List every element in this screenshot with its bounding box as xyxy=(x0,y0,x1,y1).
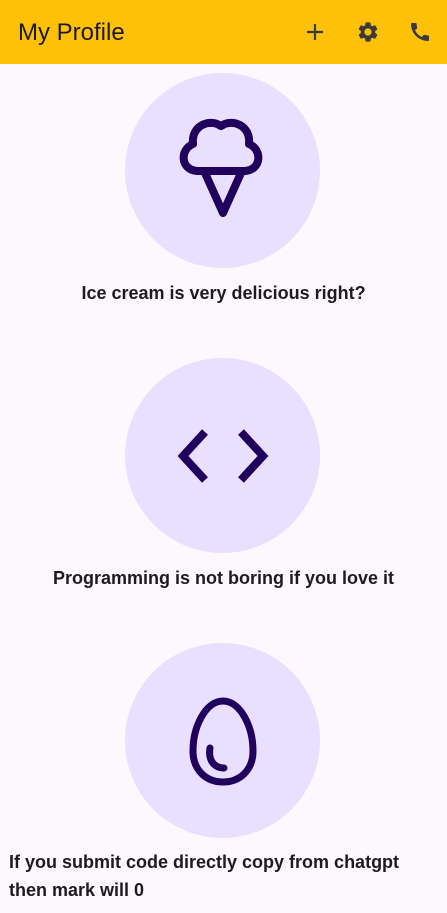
item-caption: If you submit code directly copy from ch… xyxy=(9,852,400,900)
ice-cream-icon xyxy=(179,118,262,217)
plus-icon xyxy=(307,24,323,40)
phone-icon xyxy=(411,23,429,41)
app-bar: My Profile xyxy=(0,0,447,64)
code-avatar xyxy=(125,358,320,553)
code-icon xyxy=(177,428,268,483)
add-button[interactable] xyxy=(295,12,335,52)
egg-icon xyxy=(188,696,257,786)
egg-avatar xyxy=(125,643,320,838)
ice-cream-avatar xyxy=(125,73,320,268)
settings-button[interactable] xyxy=(348,12,388,52)
gear-icon xyxy=(358,22,378,42)
item-caption: Ice cream is very delicious right? xyxy=(81,283,366,303)
item-caption: Programming is not boring if you love it xyxy=(52,568,394,588)
page-title: My Profile xyxy=(18,19,125,46)
call-button[interactable] xyxy=(400,12,440,52)
